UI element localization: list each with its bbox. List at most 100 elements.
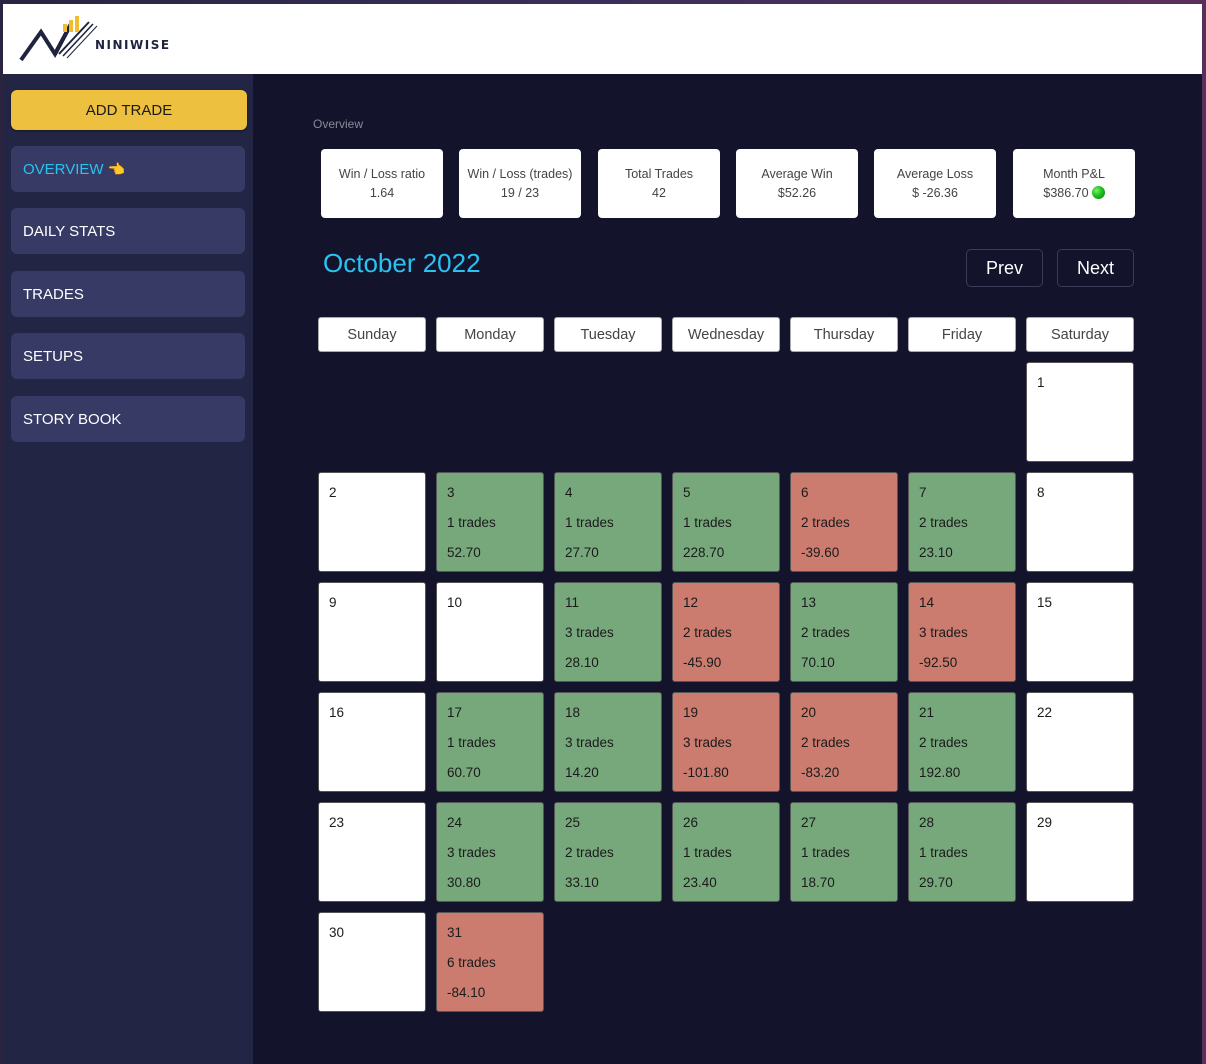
day-number: 14 bbox=[919, 595, 935, 610]
sidebar-item-label: OVERVIEW bbox=[23, 160, 104, 178]
day-number: 24 bbox=[447, 815, 463, 830]
calendar-day-cell[interactable]: 3 1 trades 52.70 bbox=[436, 472, 544, 572]
day-trade-count: 3 trades bbox=[565, 625, 614, 640]
day-number: 30 bbox=[329, 925, 345, 940]
calendar-month-title: October 2022 bbox=[323, 248, 481, 278]
brand-logo[interactable]: NINIWISE bbox=[19, 14, 179, 64]
stat-title: Win / Loss ratio bbox=[338, 166, 426, 181]
day-trade-count: 1 trades bbox=[801, 845, 850, 860]
calendar-day-cell[interactable]: 25 2 trades 33.10 bbox=[554, 802, 662, 902]
calendar-day-cell[interactable]: 10 bbox=[436, 582, 544, 682]
calendar-day-cell[interactable]: 30 bbox=[318, 912, 426, 1012]
stat-title: Month P&L bbox=[1043, 166, 1105, 181]
sidebar-item-label: STORY BOOK bbox=[23, 410, 122, 428]
calendar-day-cell[interactable]: 17 1 trades 60.70 bbox=[436, 692, 544, 792]
weekday-header-sunday: Sunday bbox=[318, 317, 426, 352]
calendar-day-cell[interactable]: 14 3 trades -92.50 bbox=[908, 582, 1016, 682]
next-month-button[interactable]: Next bbox=[1057, 249, 1134, 287]
add-trade-button[interactable]: ADD TRADE bbox=[11, 90, 247, 130]
calendar-day-cell[interactable]: 26 1 trades 23.40 bbox=[672, 802, 780, 902]
day-trade-count: 6 trades bbox=[447, 955, 496, 970]
day-number: 13 bbox=[801, 595, 817, 610]
calendar-day-cell[interactable]: 20 2 trades -83.20 bbox=[790, 692, 898, 792]
day-pnl: -83.20 bbox=[801, 765, 840, 780]
calendar-day-cell[interactable]: 7 2 trades 23.10 bbox=[908, 472, 1016, 572]
day-trade-count: 1 trades bbox=[683, 515, 732, 530]
day-number: 18 bbox=[565, 705, 581, 720]
day-trade-count: 2 trades bbox=[919, 735, 968, 750]
sidebar: ADD TRADE OVERVIEW 👈 DAILY STATS TRADES … bbox=[3, 74, 253, 1064]
stat-title: Average Loss bbox=[896, 166, 974, 181]
section-label: Overview bbox=[313, 117, 364, 131]
day-pnl: 52.70 bbox=[447, 545, 481, 560]
calendar-day-cell[interactable]: 28 1 trades 29.70 bbox=[908, 802, 1016, 902]
weekday-header-saturday: Saturday bbox=[1026, 317, 1134, 352]
day-number: 16 bbox=[329, 705, 345, 720]
calendar-day-cell[interactable]: 24 3 trades 30.80 bbox=[436, 802, 544, 902]
day-trade-count: 3 trades bbox=[683, 735, 732, 750]
day-number: 25 bbox=[565, 815, 581, 830]
calendar-day-cell[interactable]: 27 1 trades 18.70 bbox=[790, 802, 898, 902]
weekday-header-friday: Friday bbox=[908, 317, 1016, 352]
weekday-header-thursday: Thursday bbox=[790, 317, 898, 352]
day-number: 29 bbox=[1037, 815, 1053, 830]
sidebar-item-story-book[interactable]: STORY BOOK bbox=[11, 396, 245, 442]
day-trade-count: 1 trades bbox=[919, 845, 968, 860]
calendar-day-cell[interactable]: 13 2 trades 70.10 bbox=[790, 582, 898, 682]
day-number: 4 bbox=[565, 485, 573, 500]
day-number: 11 bbox=[565, 595, 580, 610]
day-trade-count: 2 trades bbox=[919, 515, 968, 530]
day-number: 21 bbox=[919, 705, 935, 720]
day-pnl: 23.10 bbox=[919, 545, 953, 560]
sidebar-item-label: TRADES bbox=[23, 285, 84, 303]
weekday-header-tuesday: Tuesday bbox=[554, 317, 662, 352]
sidebar-item-overview[interactable]: OVERVIEW 👈 bbox=[11, 146, 245, 192]
day-trade-count: 2 trades bbox=[683, 625, 732, 640]
day-trade-count: 2 trades bbox=[565, 845, 614, 860]
day-trade-count: 2 trades bbox=[801, 625, 850, 640]
day-pnl: -92.50 bbox=[919, 655, 958, 670]
green-circle-icon bbox=[1091, 185, 1105, 199]
calendar-day-cell[interactable]: 19 3 trades -101.80 bbox=[672, 692, 780, 792]
prev-month-button[interactable]: Prev bbox=[966, 249, 1043, 287]
calendar-day-cell[interactable]: 1 bbox=[1026, 362, 1134, 462]
calendar-day-cell[interactable]: 15 bbox=[1026, 582, 1134, 682]
day-number: 3 bbox=[447, 485, 455, 500]
stat-value-row: $386.70 bbox=[1043, 184, 1105, 203]
calendar-day-cell[interactable]: 4 1 trades 27.70 bbox=[554, 472, 662, 572]
day-number: 22 bbox=[1037, 705, 1053, 720]
day-number: 10 bbox=[447, 595, 463, 610]
calendar-day-cell[interactable]: 21 2 trades 192.80 bbox=[908, 692, 1016, 792]
stat-card-win-loss-trades: Win / Loss (trades) 19 / 23 bbox=[459, 149, 581, 218]
sidebar-item-trades[interactable]: TRADES bbox=[11, 271, 245, 317]
brand-name: NINIWISE bbox=[95, 38, 171, 52]
day-trade-count: 3 trades bbox=[565, 735, 614, 750]
calendar-day-cell[interactable]: 16 bbox=[318, 692, 426, 792]
day-pnl: 70.10 bbox=[801, 655, 835, 670]
calendar-day-cell[interactable]: 31 6 trades -84.10 bbox=[436, 912, 544, 1012]
day-pnl: 18.70 bbox=[801, 875, 835, 890]
pointing-hand-icon: 👈 bbox=[107, 160, 126, 177]
calendar-day-cell[interactable]: 29 bbox=[1026, 802, 1134, 902]
calendar-day-cell[interactable]: 2 bbox=[318, 472, 426, 572]
day-pnl: 60.70 bbox=[447, 765, 481, 780]
day-number: 27 bbox=[801, 815, 817, 830]
sidebar-item-daily-stats[interactable]: DAILY STATS bbox=[11, 208, 245, 254]
sidebar-item-label: SETUPS bbox=[23, 347, 84, 365]
stat-value: $ -26.36 bbox=[912, 185, 958, 200]
calendar-day-cell[interactable]: 23 bbox=[318, 802, 426, 902]
day-number: 5 bbox=[683, 485, 691, 500]
calendar-day-cell[interactable]: 18 3 trades 14.20 bbox=[554, 692, 662, 792]
calendar-day-cell[interactable]: 9 bbox=[318, 582, 426, 682]
calendar-day-cell[interactable]: 11 3 trades 28.10 bbox=[554, 582, 662, 682]
calendar-day-cell[interactable]: 8 bbox=[1026, 472, 1134, 572]
calendar-day-cell[interactable]: 22 bbox=[1026, 692, 1134, 792]
day-pnl: 28.10 bbox=[565, 655, 599, 670]
day-pnl: 29.70 bbox=[919, 875, 953, 890]
sidebar-item-setups[interactable]: SETUPS bbox=[11, 333, 245, 379]
calendar-day-cell[interactable]: 5 1 trades 228.70 bbox=[672, 472, 780, 572]
stat-card-average-loss: Average Loss $ -26.36 bbox=[874, 149, 996, 218]
calendar-day-cell[interactable]: 12 2 trades -45.90 bbox=[672, 582, 780, 682]
day-trade-count: 2 trades bbox=[801, 735, 850, 750]
calendar-day-cell[interactable]: 6 2 trades -39.60 bbox=[790, 472, 898, 572]
